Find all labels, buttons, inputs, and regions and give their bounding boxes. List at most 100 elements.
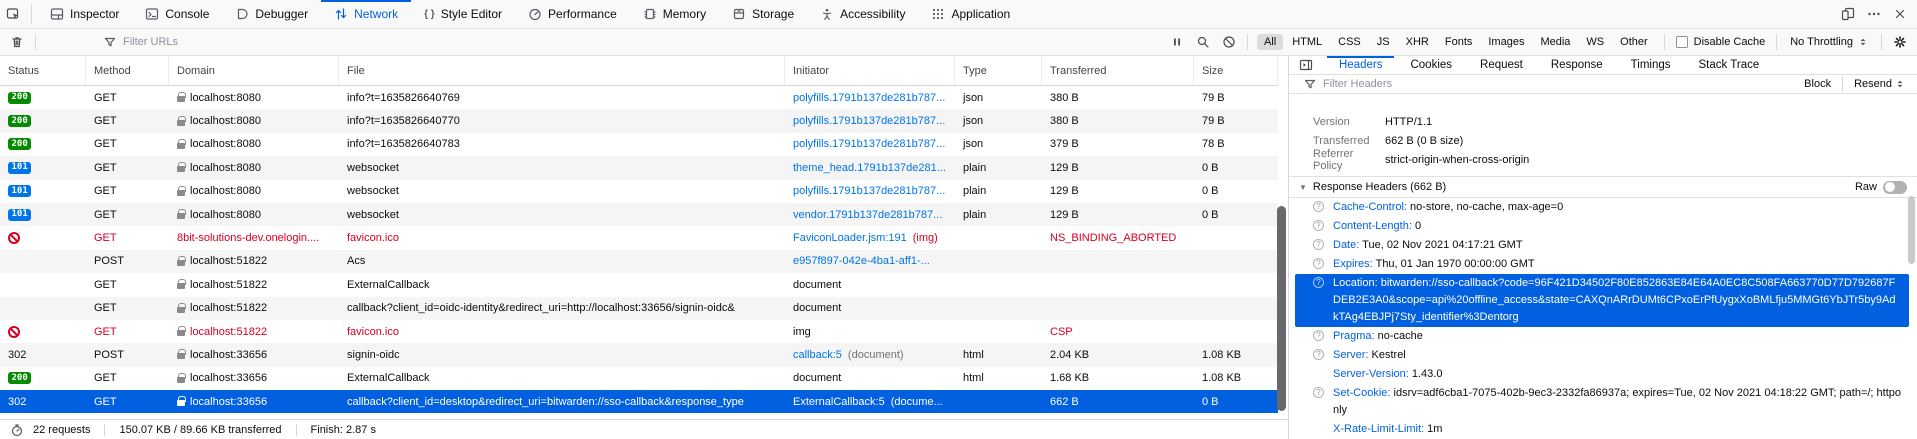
response-header-row[interactable]: ?Server: Kestrel <box>1289 346 1917 365</box>
clear-requests-button[interactable] <box>4 29 30 55</box>
initiator-link[interactable]: callback:5 <box>793 349 842 361</box>
initiator-link[interactable]: polyfills.1791b137de281b787... <box>793 115 945 127</box>
column-header-initiator[interactable]: Initiator <box>785 56 955 85</box>
type-filter-media[interactable]: Media <box>1533 34 1577 50</box>
response-header-row[interactable]: ?Pragma: no-cache <box>1289 327 1917 346</box>
response-header-row[interactable]: X-Rate-Limit-Limit: 1m <box>1289 420 1917 439</box>
file-cell: ExternalCallback <box>339 273 785 296</box>
table-row[interactable]: 101GETlocalhost:8080websockettheme_head.… <box>0 156 1278 179</box>
help-icon[interactable]: ? <box>1313 330 1324 341</box>
tab-console[interactable]: Console <box>132 0 222 28</box>
tab-memory[interactable]: Memory <box>630 0 719 28</box>
table-row[interactable]: GETlocalhost:51822ExternalCallbackdocume… <box>0 273 1278 296</box>
initiator-link[interactable]: FaviconLoader.jsm:191 <box>793 232 907 244</box>
table-row[interactable]: 302POSTlocalhost:33656signin-oidccallbac… <box>0 343 1278 366</box>
details-tab-headers[interactable]: Headers <box>1325 56 1396 74</box>
performance-analysis-icon[interactable] <box>10 423 24 437</box>
tab-debugger[interactable]: Debugger <box>222 0 321 28</box>
collapse-details-button[interactable] <box>1295 56 1317 74</box>
details-tab-request[interactable]: Request <box>1466 56 1537 74</box>
disable-cache-checkbox[interactable]: Disable Cache <box>1670 29 1772 55</box>
type-filter-html[interactable]: HTML <box>1285 34 1329 50</box>
transferred-cell: NS_BINDING_ABORTED <box>1042 226 1194 249</box>
table-row[interactable]: POSTlocalhost:51822Acse957f897-042e-4ba1… <box>0 250 1278 273</box>
column-header-transferred[interactable]: Transferred <box>1042 56 1194 85</box>
column-header-type[interactable]: Type <box>955 56 1042 85</box>
response-header-row[interactable]: ?Content-Length: 0 <box>1289 217 1917 236</box>
lock-icon <box>177 307 185 313</box>
type-filter-css[interactable]: CSS <box>1331 34 1368 50</box>
table-row[interactable]: GETlocalhost:51822callback?client_id=oid… <box>0 297 1278 320</box>
raw-toggle[interactable] <box>1883 181 1907 194</box>
help-icon[interactable]: ? <box>1313 258 1324 269</box>
help-icon[interactable]: ? <box>1313 387 1324 398</box>
details-tab-response[interactable]: Response <box>1537 56 1617 74</box>
network-settings-button[interactable] <box>1887 29 1913 55</box>
response-header-row[interactable]: ?Location: bitwarden://sso-callback?code… <box>1295 274 1909 327</box>
help-icon[interactable]: ? <box>1313 277 1324 288</box>
column-header-domain[interactable]: Domain <box>169 56 339 85</box>
tab-accessibility[interactable]: Accessibility <box>807 0 918 28</box>
help-icon[interactable]: ? <box>1313 239 1324 250</box>
tab-storage[interactable]: Storage <box>719 0 807 28</box>
initiator-link[interactable]: polyfills.1791b137de281b787... <box>793 138 945 150</box>
table-row[interactable]: 101GETlocalhost:8080websocketpolyfills.1… <box>0 180 1278 203</box>
column-header-method[interactable]: Method <box>86 56 169 85</box>
initiator-link[interactable]: vendor.1791b137de281b787... <box>793 209 942 221</box>
type-filter-all[interactable]: All <box>1257 34 1283 50</box>
response-headers-section-header[interactable]: ▼ Response Headers (662 B) Raw <box>1289 176 1917 198</box>
throttling-select[interactable]: No Throttling <box>1782 29 1876 55</box>
column-header-status[interactable]: Status <box>0 56 86 85</box>
table-row[interactable]: GETlocalhost:51822favicon.icoimgCSP <box>0 320 1278 343</box>
tab-network[interactable]: Network <box>321 0 411 28</box>
search-button[interactable] <box>1190 29 1216 55</box>
help-icon[interactable]: ? <box>1313 201 1324 212</box>
table-row[interactable]: 200GETlocalhost:33656ExternalCallbackdoc… <box>0 367 1278 390</box>
table-row[interactable]: 200GETlocalhost:8080info?t=1635826640783… <box>0 133 1278 156</box>
initiator-link[interactable]: polyfills.1791b137de281b787... <box>793 92 945 104</box>
block-button[interactable]: Block <box>1798 78 1837 90</box>
devtools-menu-button[interactable] <box>1861 0 1887 28</box>
table-row[interactable]: 200GETlocalhost:8080info?t=1635826640770… <box>0 109 1278 132</box>
table-row[interactable]: 101GETlocalhost:8080websocketvendor.1791… <box>0 203 1278 226</box>
response-header-row[interactable]: ?Date: Tue, 02 Nov 2021 04:17:21 GMT <box>1289 236 1917 255</box>
type-filter-xhr[interactable]: XHR <box>1399 34 1436 50</box>
filter-urls-input[interactable]: Filter URLs <box>41 29 1164 55</box>
table-row[interactable]: 200GETlocalhost:8080info?t=1635826640769… <box>0 86 1278 109</box>
help-icon[interactable]: ? <box>1313 349 1324 360</box>
response-header-row[interactable]: ?Cache-Control: no-store, no-cache, max-… <box>1289 198 1917 217</box>
details-tab-timings[interactable]: Timings <box>1617 56 1685 74</box>
response-header-row[interactable]: Server-Version: 1.43.0 <box>1289 365 1917 384</box>
type-filter-js[interactable]: JS <box>1370 34 1397 50</box>
details-scrollbar-thumb[interactable] <box>1908 196 1915 264</box>
tab-performance[interactable]: Performance <box>515 0 630 28</box>
type-filter-images[interactable]: Images <box>1481 34 1531 50</box>
initiator-link[interactable]: ExternalCallback:5 <box>793 396 885 408</box>
response-header-row[interactable]: ?Expires: Thu, 01 Jan 1970 00:00:00 GMT <box>1289 255 1917 274</box>
column-header-size[interactable]: Size <box>1194 56 1278 85</box>
response-header-row[interactable]: ?Set-Cookie: idsrv=adf6cba1-7075-402b-9e… <box>1289 384 1917 420</box>
type-filter-fonts[interactable]: Fonts <box>1438 34 1480 50</box>
details-tab-cookies[interactable]: Cookies <box>1396 56 1466 74</box>
help-icon[interactable]: ? <box>1313 220 1324 231</box>
table-row[interactable]: GET8bit-solutions-dev.onelogin....favico… <box>0 226 1278 249</box>
details-tab-stack-trace[interactable]: Stack Trace <box>1685 56 1774 74</box>
type-filter-ws[interactable]: WS <box>1579 34 1611 50</box>
type-filter-other[interactable]: Other <box>1613 34 1655 50</box>
responsive-design-mode-button[interactable] <box>1835 0 1861 28</box>
table-row[interactable]: 302GETlocalhost:33656callback?client_id=… <box>0 390 1278 413</box>
initiator-link[interactable]: e957f897-042e-4ba1-aff1-... <box>793 255 930 267</box>
pick-element-button[interactable] <box>0 0 26 28</box>
initiator-link[interactable]: theme_head.1791b137de281... <box>793 162 946 174</box>
column-header-file[interactable]: File <box>339 56 785 85</box>
request-blocking-button[interactable] <box>1216 29 1242 55</box>
tab-inspector[interactable]: Inspector <box>37 0 132 28</box>
tab-application[interactable]: Application <box>918 0 1023 28</box>
pause-recording-button[interactable] <box>1164 29 1190 55</box>
resend-button[interactable]: Resend <box>1848 78 1911 90</box>
tab-style-editor[interactable]: { }Style Editor <box>411 0 515 28</box>
table-scrollbar-thumb[interactable] <box>1277 206 1286 411</box>
initiator-link[interactable]: polyfills.1791b137de281b787... <box>793 185 945 197</box>
close-devtools-button[interactable] <box>1887 0 1913 28</box>
filter-headers-input[interactable]: Filter Headers <box>1323 78 1392 90</box>
